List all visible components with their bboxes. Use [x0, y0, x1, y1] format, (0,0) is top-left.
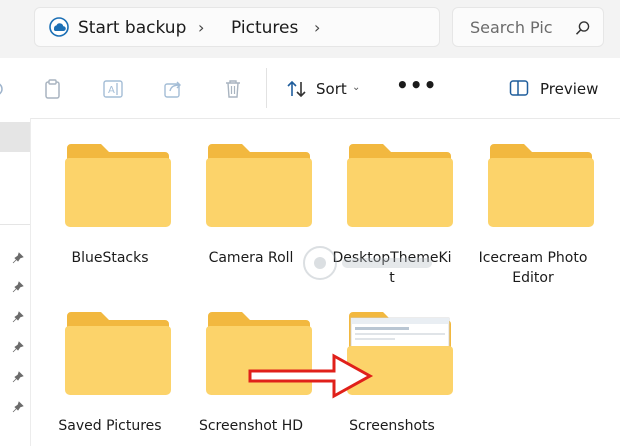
folder-icon — [206, 144, 312, 227]
folder-item[interactable]: Saved Pictures — [40, 286, 180, 436]
folder-name: Icecream Photo Editor — [478, 250, 588, 286]
preview-button[interactable]: Preview — [540, 80, 598, 98]
chevron-down-icon[interactable]: ⌄ — [352, 82, 360, 93]
red-arrow-annotation — [248, 353, 374, 399]
address-bar-area: Start backup › Pictures › Search Pic — [0, 0, 620, 58]
command-bar: A Sort ⌄ ••• Preview — [0, 58, 620, 119]
folder-item[interactable]: BlueStacks — [40, 118, 180, 268]
delete-icon[interactable] — [222, 78, 244, 100]
pin-icon[interactable] — [12, 341, 24, 353]
breadcrumb-bar[interactable]: Start backup › Pictures › — [34, 7, 440, 47]
nav-selected-item[interactable] — [0, 122, 30, 152]
pin-icon[interactable] — [12, 371, 24, 383]
folder-name: BlueStacks — [71, 250, 149, 266]
pin-icon[interactable] — [12, 252, 24, 264]
svg-text:A: A — [108, 85, 115, 96]
onedrive-cloud-icon — [49, 17, 69, 37]
watermark-logo — [303, 246, 432, 280]
folder-item[interactable]: Icecream Photo Editor — [463, 118, 603, 286]
search-input[interactable]: Search Pic — [470, 18, 553, 37]
folder-name: Screenshot HD — [198, 418, 304, 434]
search-box[interactable]: Search Pic — [452, 7, 604, 47]
cut-icon[interactable] — [0, 78, 14, 100]
folder-icon — [488, 144, 594, 227]
navigation-pane — [0, 118, 31, 446]
folder-name: Screenshots — [349, 418, 435, 434]
folder-icon — [347, 144, 453, 227]
rename-icon[interactable]: A — [102, 78, 124, 100]
folder-icon — [65, 312, 171, 395]
chevron-right-icon[interactable]: › — [314, 18, 320, 37]
share-icon[interactable] — [162, 78, 184, 100]
chevron-right-icon[interactable]: › — [198, 18, 204, 37]
nav-divider — [0, 224, 30, 225]
breadcrumb-item-start-backup[interactable]: Start backup — [78, 18, 186, 38]
folder-icon — [65, 144, 171, 227]
toolbar-divider — [266, 68, 267, 108]
folder-name: Saved Pictures — [58, 418, 162, 434]
more-options-button[interactable]: ••• — [396, 73, 437, 97]
sort-arrows-icon[interactable] — [286, 78, 308, 100]
search-icon[interactable] — [575, 20, 591, 36]
pin-icon[interactable] — [12, 401, 24, 413]
pin-icon[interactable] — [12, 311, 24, 323]
sort-button[interactable]: Sort — [316, 80, 347, 98]
preview-pane-icon[interactable] — [509, 79, 529, 97]
breadcrumb-item-pictures[interactable]: Pictures — [231, 18, 298, 38]
copy-icon[interactable] — [42, 78, 64, 100]
pin-icon[interactable] — [12, 281, 24, 293]
